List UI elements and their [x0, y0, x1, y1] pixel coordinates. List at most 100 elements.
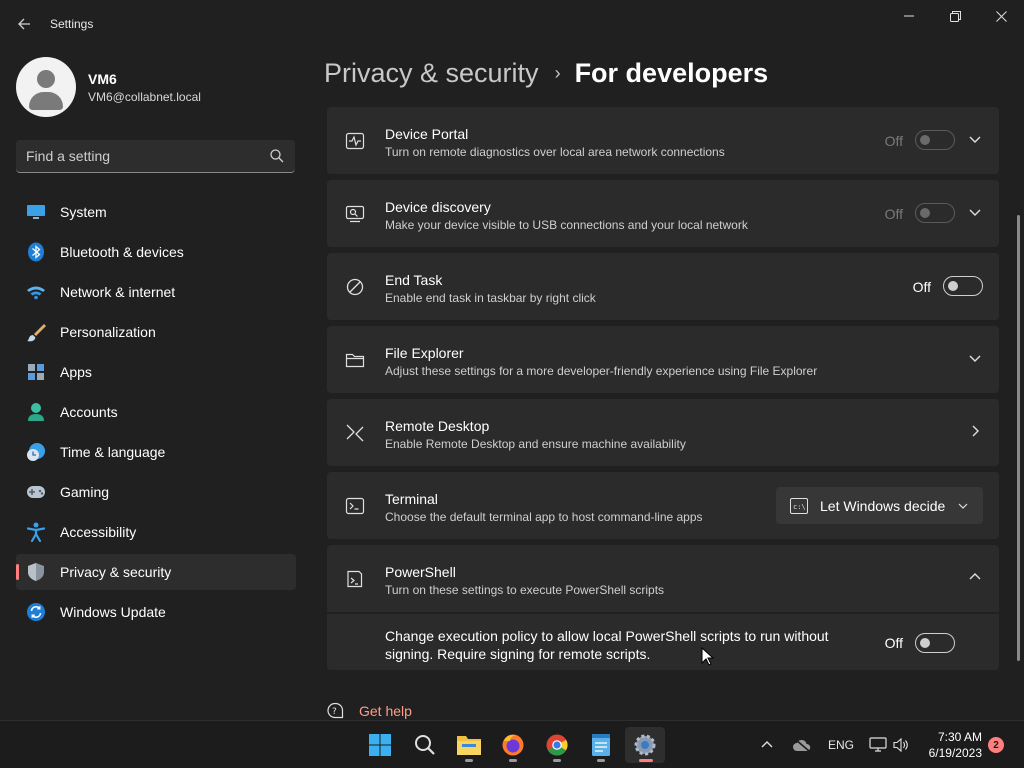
get-help-link[interactable]: ? Get help — [326, 702, 412, 720]
mouse-cursor-icon — [701, 647, 715, 666]
sidebar-item-accessibility[interactable]: Accessibility — [16, 514, 296, 550]
close-button[interactable] — [978, 0, 1024, 32]
shield-icon — [26, 562, 46, 582]
taskbar-file-explorer[interactable] — [449, 727, 489, 763]
dropdown-selected-value: Let Windows decide — [820, 497, 946, 514]
setting-remote-desktop[interactable]: Remote Desktop Enable Remote Desktop and… — [327, 399, 999, 466]
setting-title: End Task — [385, 272, 443, 288]
execution-policy-description: Change execution policy to allow local P… — [385, 628, 829, 662]
device-portal-toggle[interactable] — [915, 130, 955, 150]
sidebar-item-label: System — [60, 204, 107, 220]
taskbar-firefox[interactable] — [493, 727, 533, 763]
show-hidden-icons-button[interactable] — [760, 721, 774, 768]
chevron-right-icon[interactable] — [967, 423, 983, 439]
help-chat-icon: ? — [327, 702, 344, 719]
content-scrollbar[interactable] — [1017, 215, 1020, 661]
device-discovery-toggle[interactable] — [915, 203, 955, 223]
clock-date: 6/19/2023 — [928, 746, 982, 760]
sidebar-item-gaming[interactable]: Gaming — [16, 474, 296, 510]
start-button[interactable] — [360, 727, 400, 763]
gamepad-icon — [26, 482, 46, 502]
sidebar-item-label: Personalization — [60, 324, 156, 340]
setting-powershell[interactable]: PowerShell Turn on these settings to exe… — [327, 545, 999, 612]
apps-icon — [26, 362, 46, 382]
taskbar-search-button[interactable] — [405, 727, 445, 763]
network-tray-button[interactable] — [869, 721, 887, 768]
notification-badge[interactable]: 2 — [988, 737, 1004, 753]
sidebar-item-label: Windows Update — [60, 604, 166, 620]
breadcrumb-separator: › — [554, 63, 561, 83]
toggle-state-label: Off — [884, 133, 903, 149]
sidebar-item-label: Bluetooth & devices — [60, 244, 184, 260]
pulse-icon — [345, 132, 365, 150]
sidebar-item-bluetooth[interactable]: Bluetooth & devices — [16, 234, 296, 270]
setting-device-discovery[interactable]: Device discovery Make your device visibl… — [327, 180, 999, 247]
folder-icon — [345, 353, 365, 368]
end-task-toggle[interactable] — [943, 276, 983, 296]
setting-description: Enable Remote Desktop and ensure machine… — [385, 437, 686, 451]
back-button[interactable] — [12, 12, 36, 36]
sidebar-item-personalization[interactable]: Personalization — [16, 314, 296, 350]
breadcrumb-parent-link[interactable]: Privacy & security — [324, 58, 539, 89]
sidebar-item-time-language[interactable]: Time & language — [16, 434, 296, 470]
sidebar-item-system[interactable]: System — [16, 194, 296, 230]
svg-text:c:\: c:\ — [793, 503, 806, 511]
window-title: Settings — [50, 17, 94, 31]
sidebar-item-privacy-security[interactable]: Privacy & security — [16, 554, 296, 590]
wifi-icon — [26, 282, 46, 302]
running-indicator — [597, 759, 605, 762]
volume-tray-button[interactable] — [893, 721, 909, 768]
minimize-button[interactable] — [886, 0, 932, 32]
chevron-down-icon[interactable] — [967, 204, 983, 220]
user-profile[interactable]: VM6 VM6@collabnet.local — [16, 56, 201, 118]
accessibility-icon — [26, 522, 46, 542]
notepad-icon — [592, 734, 610, 756]
minimize-icon — [904, 15, 914, 17]
terminal-app-dropdown[interactable]: c:\ Let Windows decide — [776, 487, 983, 524]
profile-email: VM6@collabnet.local — [88, 89, 201, 104]
clock-time: 7:30 AM — [937, 730, 982, 744]
start-icon — [369, 734, 391, 756]
search-input[interactable]: Find a setting — [16, 140, 295, 173]
setting-description: Adjust these settings for a more develop… — [385, 364, 818, 378]
chevron-down-icon[interactable] — [967, 131, 983, 147]
setting-title: Device discovery — [385, 199, 491, 215]
brush-icon — [26, 322, 46, 342]
chevron-down-icon — [958, 503, 968, 509]
setting-device-portal[interactable]: Device Portal Turn on remote diagnostics… — [327, 107, 999, 174]
terminal-icon — [345, 497, 365, 515]
device-search-icon — [345, 205, 365, 223]
sidebar-nav: System Bluetooth & devices Network & int… — [16, 194, 296, 634]
onedrive-tray-button[interactable] — [792, 721, 812, 768]
title-bar: Settings — [0, 0, 1024, 48]
sidebar-item-label: Privacy & security — [60, 564, 172, 580]
chevron-up-icon[interactable] — [967, 569, 983, 585]
bluetooth-icon — [26, 242, 46, 262]
active-indicator — [639, 759, 653, 762]
search-icon — [415, 735, 435, 755]
sidebar-item-network[interactable]: Network & internet — [16, 274, 296, 310]
sidebar-item-accounts[interactable]: Accounts — [16, 394, 296, 430]
sidebar-item-windows-update[interactable]: Windows Update — [16, 594, 296, 630]
running-indicator — [509, 759, 517, 762]
taskbar-notepad[interactable] — [581, 727, 621, 763]
taskbar-chrome[interactable] — [537, 727, 577, 763]
setting-description: Make your device visible to USB connecti… — [385, 218, 748, 232]
taskbar-clock[interactable]: 7:30 AM 6/19/2023 — [924, 729, 982, 761]
sidebar-item-label: Network & internet — [60, 284, 176, 300]
sidebar-item-apps[interactable]: Apps — [16, 354, 296, 390]
toggle-state-label: Off — [884, 635, 903, 651]
search-icon — [270, 149, 284, 163]
setting-end-task[interactable]: End Task Enable end task in taskbar by r… — [327, 253, 999, 320]
restore-button[interactable] — [932, 0, 978, 32]
execution-policy-toggle[interactable] — [915, 633, 955, 653]
setting-description: Choose the default terminal app to host … — [385, 510, 703, 524]
svg-text:?: ? — [332, 707, 337, 717]
taskbar-settings[interactable] — [625, 727, 665, 763]
chevron-down-icon[interactable] — [967, 350, 983, 366]
powershell-execution-policy-option: Change execution policy to allow local P… — [327, 614, 999, 670]
setting-file-explorer[interactable]: File Explorer Adjust these settings for … — [327, 326, 999, 393]
settings-icon — [634, 734, 656, 756]
input-language-indicator[interactable]: ENG — [828, 721, 854, 768]
clock-globe-icon — [26, 442, 46, 462]
